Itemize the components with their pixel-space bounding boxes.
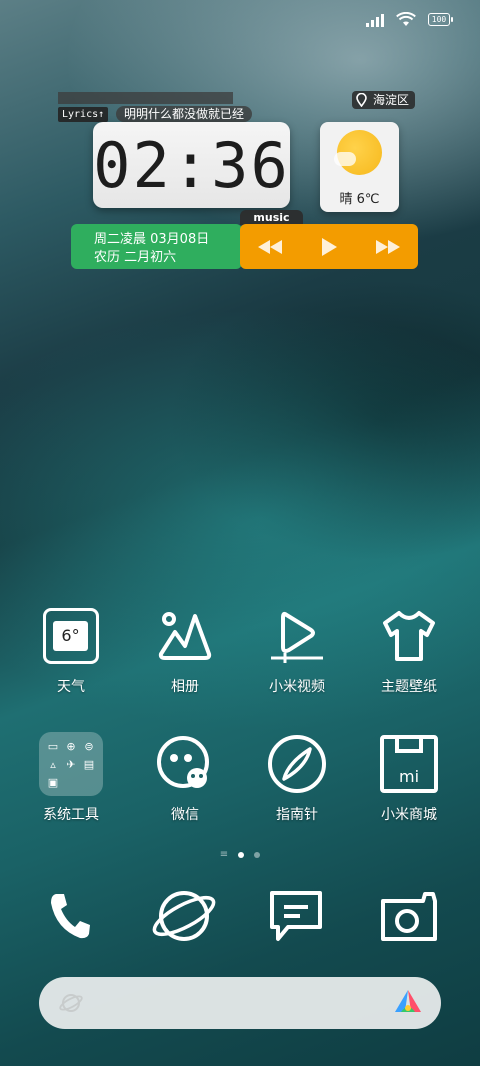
clock-widget[interactable]: 02:36 bbox=[93, 122, 290, 208]
wechat-icon bbox=[153, 732, 217, 796]
date-widget[interactable]: 周二凌晨 03月08日 农历 二月初六 bbox=[71, 224, 242, 269]
date-line-1: 周二凌晨 03月08日 bbox=[94, 232, 210, 247]
gallery-icon bbox=[153, 604, 217, 668]
location-name: 海淀区 bbox=[373, 93, 410, 107]
tools-folder-icon: ▭ ⊕ ⊜ ▵ ✈ ▤ ▣ bbox=[39, 732, 103, 796]
app-mi-video[interactable]: 小米视频 bbox=[242, 604, 352, 696]
app-label: 小米视频 bbox=[269, 679, 325, 695]
page-dot bbox=[254, 852, 261, 858]
weather-condition: 晴 bbox=[339, 192, 353, 207]
camera-icon[interactable] bbox=[374, 881, 444, 951]
mi-store-icon: mi bbox=[377, 732, 441, 796]
app-label: 小米商城 bbox=[381, 807, 437, 823]
search-bar[interactable] bbox=[39, 977, 441, 1029]
app-label: 天气 bbox=[57, 679, 85, 695]
location-pin-icon bbox=[356, 93, 367, 107]
lyrics-tag-label: Lyrics bbox=[62, 109, 99, 120]
shirt-icon bbox=[377, 604, 441, 668]
signal-icon bbox=[366, 13, 384, 27]
wifi-icon bbox=[396, 12, 416, 26]
page-dot-active bbox=[238, 852, 245, 858]
music-widget bbox=[240, 224, 418, 269]
weather-summary: 晴 6℃ bbox=[320, 188, 399, 207]
status-bar: 100 bbox=[366, 12, 453, 27]
next-icon[interactable] bbox=[368, 227, 408, 267]
app-label: 相册 bbox=[171, 679, 199, 695]
weather-temperature: 6℃ bbox=[356, 192, 380, 207]
folder-system-tools[interactable]: ▭ ⊕ ⊜ ▵ ✈ ▤ ▣ 系统工具 bbox=[16, 732, 126, 824]
app-label: 指南针 bbox=[276, 807, 318, 823]
app-label: 主题壁纸 bbox=[381, 679, 437, 695]
lyrics-tag[interactable]: Lyrics↑ bbox=[58, 107, 109, 122]
app-themes[interactable]: 主题壁纸 bbox=[354, 604, 464, 696]
arrow-up-icon: ↑ bbox=[98, 109, 105, 120]
lyrics-progress-track bbox=[58, 92, 233, 104]
compass-icon bbox=[265, 732, 329, 796]
app-weather[interactable]: 6° 天气 bbox=[16, 604, 126, 696]
app-vault-icon[interactable] bbox=[393, 988, 423, 1016]
page-menu-icon: ≡ bbox=[219, 849, 229, 860]
messages-icon[interactable] bbox=[261, 881, 331, 951]
cloud-shape bbox=[334, 152, 356, 166]
app-compass[interactable]: 指南针 bbox=[242, 732, 352, 824]
video-icon bbox=[265, 604, 329, 668]
browser-icon[interactable] bbox=[149, 881, 219, 951]
phone-icon[interactable] bbox=[35, 881, 105, 951]
play-icon[interactable] bbox=[309, 227, 349, 267]
lyrics-text: 明明什么都没做就已经 bbox=[116, 106, 253, 122]
app-label: 微信 bbox=[171, 807, 199, 823]
app-wechat[interactable]: 微信 bbox=[130, 732, 240, 824]
battery-icon: 100 bbox=[428, 13, 453, 26]
weather-widget[interactable]: 晴 6℃ bbox=[320, 122, 399, 212]
weather-app-temp: 6° bbox=[53, 621, 88, 651]
app-mi-store[interactable]: mi 小米商城 bbox=[354, 732, 464, 824]
app-label: 系统工具 bbox=[43, 807, 99, 823]
date-line-2: 农历 二月初六 bbox=[94, 250, 177, 265]
location-badge[interactable]: 海淀区 bbox=[352, 91, 416, 109]
page-indicator[interactable]: ≡ bbox=[0, 849, 480, 860]
previous-icon[interactable] bbox=[250, 227, 290, 267]
app-gallery[interactable]: 相册 bbox=[130, 604, 240, 696]
weather-app-icon: 6° bbox=[39, 604, 103, 668]
browser-small-icon bbox=[59, 994, 83, 1012]
mi-store-icon-text: mi bbox=[399, 767, 419, 786]
music-tag: music bbox=[240, 210, 303, 225]
